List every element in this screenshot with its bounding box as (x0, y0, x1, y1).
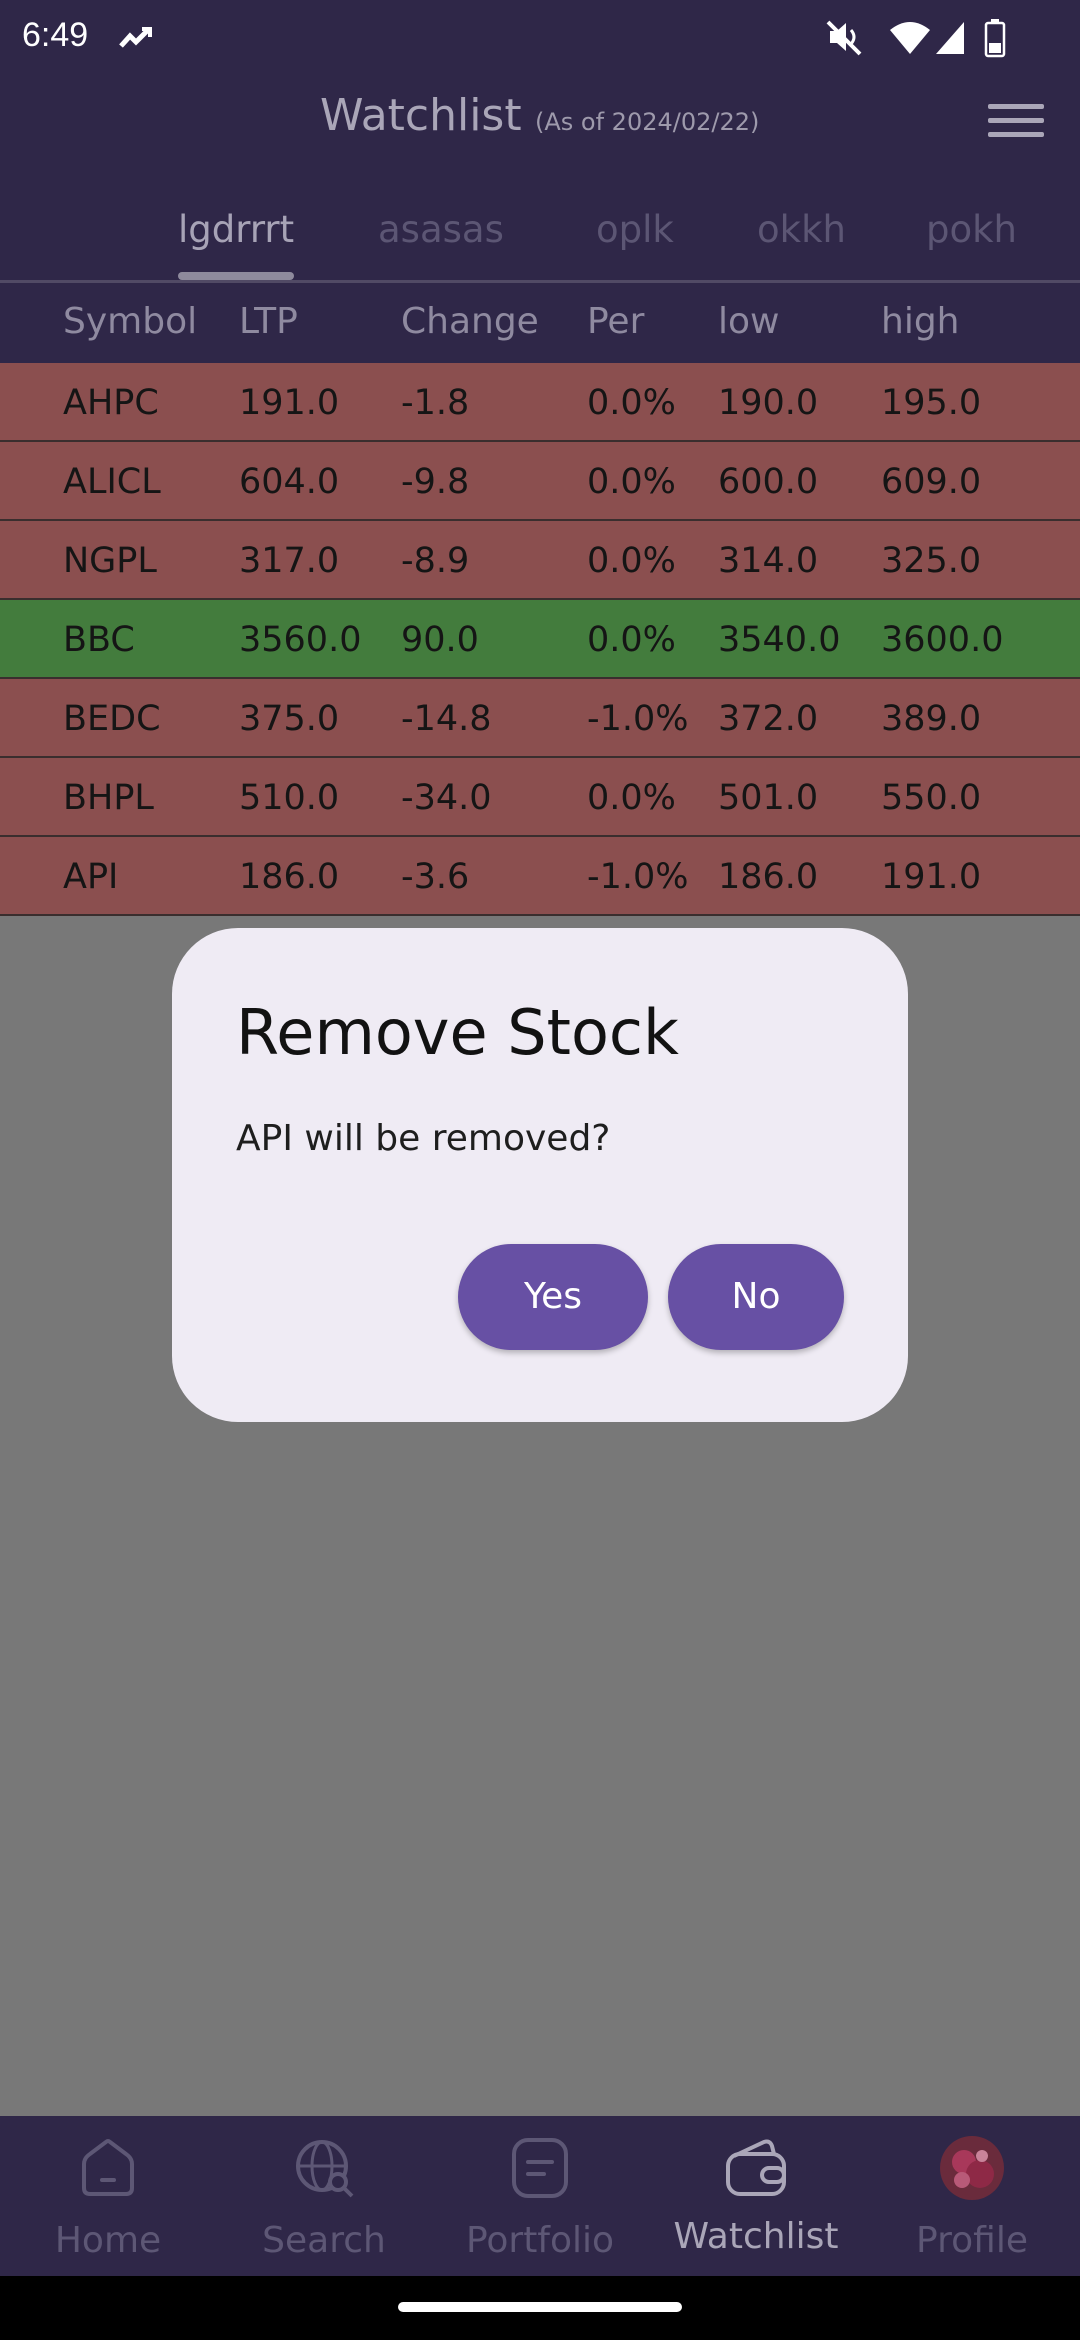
cell-ltp: 191.0 (239, 383, 340, 423)
cell-symbol: BHPL (63, 778, 154, 818)
cell-per: 0.0% (587, 383, 676, 423)
stock-trend-icon (119, 27, 152, 48)
table-row[interactable]: ALICL 604.0 -9.8 0.0% 600.0 609.0 (0, 442, 1080, 521)
page-title: Watchlist (320, 90, 522, 141)
portfolio-icon (512, 2138, 568, 2198)
cell-change: -8.9 (401, 541, 470, 581)
nav-portfolio[interactable]: Portfolio (432, 2116, 648, 2276)
no-button[interactable]: No (668, 1244, 844, 1350)
cell-low: 372.0 (718, 699, 819, 739)
column-header-low: low (718, 301, 780, 342)
nav-home-label: Home (54, 2220, 162, 2261)
cell-low: 314.0 (718, 541, 819, 581)
cell-per: 0.0% (587, 541, 676, 581)
watchlist-tabs: lgdrrrt asasas oplk okkh pokh (0, 190, 1080, 280)
mute-icon (826, 20, 862, 56)
tab-asasas[interactable]: asasas (378, 208, 504, 251)
dialog-title: Remove Stock (236, 996, 679, 1069)
cell-ltp: 604.0 (239, 462, 340, 502)
cell-high: 3600.0 (881, 620, 1004, 660)
tab-lgdrrrt[interactable]: lgdrrrt (178, 208, 294, 251)
bottom-navigation: Home Search Portfolio Watchlist Profile (0, 2116, 1080, 2276)
cell-low: 501.0 (718, 778, 819, 818)
cell-symbol: BBC (63, 620, 135, 660)
cell-high: 389.0 (881, 699, 982, 739)
home-gesture-handle[interactable] (398, 2302, 682, 2312)
status-bar: 6:49 (0, 0, 1080, 80)
cell-per: 0.0% (587, 620, 676, 660)
cell-high: 550.0 (881, 778, 982, 818)
cell-per: -1.0% (587, 699, 689, 739)
watchlist-table: AHPC 191.0 -1.8 0.0% 190.0 195.0 ALICL 6… (0, 363, 1080, 916)
column-header-ltp: LTP (239, 301, 298, 342)
globe-search-icon (296, 2140, 354, 2198)
battery-icon (984, 19, 1006, 58)
table-row[interactable]: NGPL 317.0 -8.9 0.0% 314.0 325.0 (0, 521, 1080, 600)
cell-change: -34.0 (401, 778, 492, 818)
cell-symbol: BEDC (63, 699, 161, 739)
signal-icon (936, 22, 964, 54)
cell-low: 186.0 (718, 857, 819, 897)
cell-ltp: 510.0 (239, 778, 340, 818)
cell-symbol: AHPC (63, 383, 159, 423)
as-of-date: (As of 2024/02/22) (535, 108, 760, 136)
gesture-bar (0, 2276, 1080, 2340)
dialog-message: API will be removed? (236, 1118, 611, 1159)
cell-ltp: 317.0 (239, 541, 340, 581)
yes-button[interactable]: Yes (458, 1244, 648, 1350)
table-row[interactable]: AHPC 191.0 -1.8 0.0% 190.0 195.0 (0, 363, 1080, 442)
column-header-high: high (881, 301, 960, 342)
nav-search[interactable]: Search (216, 2116, 432, 2276)
hamburger-menu-icon[interactable] (988, 104, 1044, 148)
table-row[interactable]: BBC 3560.0 90.0 0.0% 3540.0 3600.0 (0, 600, 1080, 679)
cell-change: -3.6 (401, 857, 470, 897)
tab-okkh[interactable]: okkh (757, 208, 846, 251)
nav-home[interactable]: Home (0, 2116, 216, 2276)
column-header-per: Per (587, 301, 645, 342)
app-bar: Watchlist (As of 2024/02/22) lgdrrrt asa… (0, 80, 1080, 280)
cell-low: 190.0 (718, 383, 819, 423)
active-tab-indicator (178, 272, 294, 280)
cell-high: 325.0 (881, 541, 982, 581)
cell-per: -1.0% (587, 857, 689, 897)
status-time: 6:49 (22, 16, 89, 54)
wifi-icon (890, 22, 930, 54)
nav-search-label: Search (262, 2220, 386, 2261)
tab-oplk[interactable]: oplk (596, 208, 674, 251)
tab-pokh[interactable]: pokh (926, 208, 1017, 251)
cell-change: -14.8 (401, 699, 492, 739)
cell-high: 195.0 (881, 383, 982, 423)
cell-ltp: 3560.0 (239, 620, 362, 660)
cell-high: 191.0 (881, 857, 982, 897)
nav-watchlist[interactable]: Watchlist (648, 2116, 864, 2276)
nav-profile[interactable]: Profile (864, 2116, 1080, 2276)
cell-per: 0.0% (587, 778, 676, 818)
cell-high: 609.0 (881, 462, 982, 502)
cell-per: 0.0% (587, 462, 676, 502)
cell-low: 3540.0 (718, 620, 841, 660)
cell-change: -1.8 (401, 383, 470, 423)
nav-watchlist-label: Watchlist (673, 2216, 839, 2257)
cell-ltp: 186.0 (239, 857, 340, 897)
table-row[interactable]: BEDC 375.0 -14.8 -1.0% 372.0 389.0 (0, 679, 1080, 758)
cell-symbol: API (63, 857, 119, 897)
table-row[interactable]: BHPL 510.0 -34.0 0.0% 501.0 550.0 (0, 758, 1080, 837)
table-header: Symbol LTP Change Per low high (0, 283, 1080, 363)
nav-profile-label: Profile (916, 2220, 1028, 2261)
cell-symbol: ALICL (63, 462, 161, 502)
cell-symbol: NGPL (63, 541, 157, 581)
cell-low: 600.0 (718, 462, 819, 502)
nav-portfolio-label: Portfolio (465, 2220, 615, 2261)
wallet-icon (726, 2139, 786, 2196)
avatar (940, 2136, 1004, 2200)
column-header-change: Change (401, 301, 539, 342)
table-row[interactable]: API 186.0 -3.6 -1.0% 186.0 191.0 (0, 837, 1080, 916)
column-header-symbol: Symbol (63, 301, 198, 342)
remove-stock-dialog: Remove Stock API will be removed? Yes No (172, 928, 908, 1422)
cell-change: 90.0 (401, 620, 479, 660)
cell-change: -9.8 (401, 462, 470, 502)
home-icon (82, 2139, 134, 2196)
cell-ltp: 375.0 (239, 699, 340, 739)
